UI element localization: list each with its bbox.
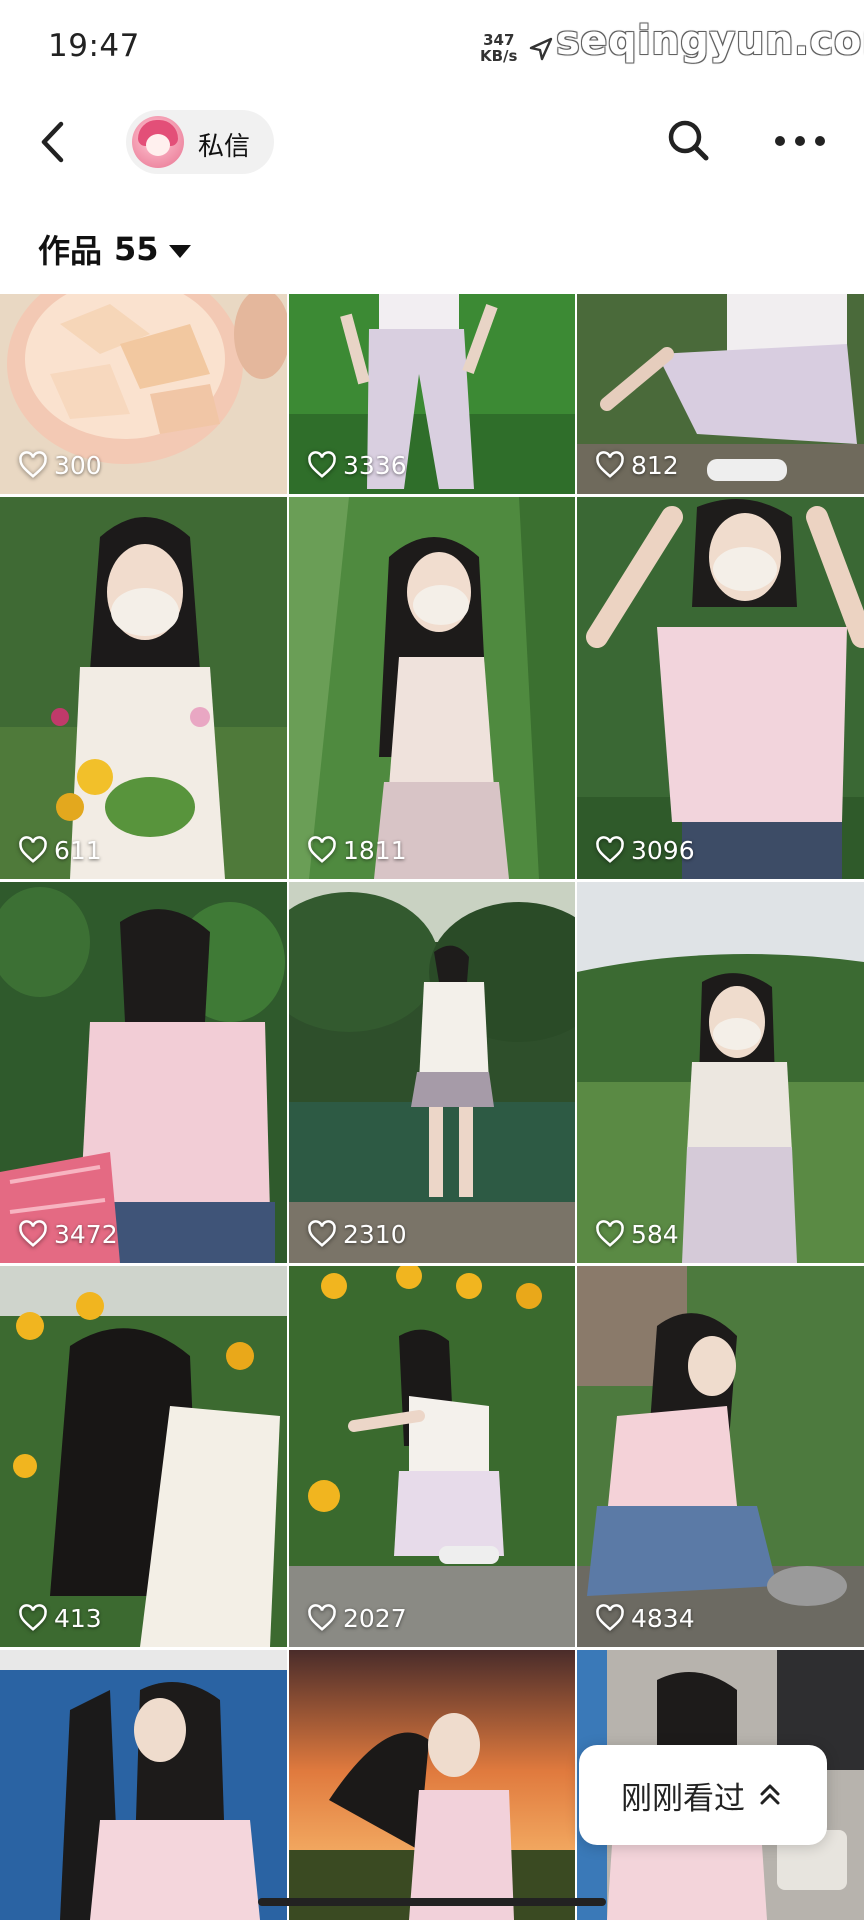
post-tile[interactable]: 2027 — [289, 1266, 575, 1647]
direct-message-button[interactable]: 私信 — [126, 110, 274, 174]
post-tile[interactable]: 812 — [577, 294, 864, 494]
post-tile[interactable] — [289, 1650, 575, 1920]
like-count-value: 812 — [631, 450, 679, 480]
home-indicator[interactable] — [258, 1898, 606, 1906]
works-filter[interactable]: 作品 55 — [38, 226, 191, 272]
recently-viewed-button[interactable]: 刚刚看过 — [579, 1745, 827, 1845]
post-thumbnail — [0, 882, 287, 1263]
double-chevron-up-icon — [760, 1784, 780, 1805]
avatar — [132, 116, 184, 168]
post-tile[interactable]: 4834 — [577, 1266, 864, 1647]
like-count-value: 2027 — [343, 1603, 407, 1633]
post-grid: 300 3336 812 611 1811 3096 3472 2310 584… — [0, 294, 864, 1920]
heart-icon — [19, 451, 47, 478]
post-tile[interactable]: 413 — [0, 1266, 287, 1647]
like-count: 3096 — [595, 835, 695, 865]
post-thumbnail — [577, 882, 864, 1263]
like-count-value: 2310 — [343, 1219, 407, 1249]
post-tile[interactable]: 1811 — [289, 497, 575, 879]
like-count: 812 — [595, 450, 679, 480]
post-tile[interactable]: 611 — [0, 497, 287, 879]
like-count-value: 413 — [54, 1603, 102, 1633]
heart-icon — [308, 836, 336, 863]
like-count-value: 1811 — [343, 835, 407, 865]
caret-down-icon — [168, 244, 191, 258]
works-count: 55 — [114, 230, 159, 268]
post-thumbnail — [289, 882, 575, 1263]
like-count: 2027 — [307, 1603, 407, 1633]
network-speed-unit: KB/s — [480, 47, 518, 65]
post-tile[interactable]: 3096 — [577, 497, 864, 879]
like-count: 413 — [18, 1603, 102, 1633]
network-speed: 347 KB/s — [480, 32, 517, 64]
post-tile[interactable]: 300 — [0, 294, 287, 494]
post-tile[interactable] — [0, 1650, 287, 1920]
heart-icon — [596, 451, 624, 478]
like-count: 3472 — [18, 1219, 118, 1249]
more-dots-icon — [775, 136, 825, 146]
heart-icon — [308, 1220, 336, 1247]
post-thumbnail — [0, 1266, 287, 1647]
post-thumbnail — [577, 497, 864, 879]
heart-icon — [596, 1220, 624, 1247]
heart-icon — [19, 1604, 47, 1631]
search-icon — [668, 120, 709, 161]
search-button[interactable] — [664, 116, 714, 166]
heart-icon — [19, 836, 47, 863]
chevron-left-icon — [41, 121, 64, 163]
post-thumbnail — [289, 1650, 575, 1920]
post-tile[interactable]: 2310 — [289, 882, 575, 1263]
post-thumbnail — [0, 497, 287, 879]
recently-viewed-label: 刚刚看过 — [621, 1780, 745, 1817]
like-count: 300 — [18, 450, 102, 480]
like-count: 1811 — [307, 835, 407, 865]
location-arrow-icon — [529, 37, 553, 61]
post-tile[interactable]: 3472 — [0, 882, 287, 1263]
heart-icon — [308, 451, 336, 478]
like-count-value: 3472 — [54, 1219, 118, 1249]
like-count: 3336 — [307, 450, 407, 480]
post-thumbnail — [577, 1266, 864, 1647]
like-count-value: 4834 — [631, 1603, 695, 1633]
like-count: 4834 — [595, 1603, 695, 1633]
heart-icon — [19, 1220, 47, 1247]
post-tile[interactable]: 584 — [577, 882, 864, 1263]
heart-icon — [596, 1604, 624, 1631]
post-thumbnail — [289, 497, 575, 879]
status-bar: 19:47 347 KB/s seqingyun.com — [0, 0, 864, 96]
like-count-value: 611 — [54, 835, 102, 865]
like-count: 584 — [595, 1219, 679, 1249]
like-count-value: 3336 — [343, 450, 407, 480]
works-label: 作品 — [38, 232, 103, 270]
heart-icon — [596, 836, 624, 863]
back-button[interactable] — [30, 112, 78, 172]
like-count: 611 — [18, 835, 102, 865]
heart-icon — [308, 1604, 336, 1631]
watermark: seqingyun.com — [556, 18, 864, 64]
post-tile[interactable]: 3336 — [289, 294, 575, 494]
like-count: 2310 — [307, 1219, 407, 1249]
like-count-value: 3096 — [631, 835, 695, 865]
status-time: 19:47 — [48, 28, 140, 64]
post-thumbnail — [289, 1266, 575, 1647]
more-options-button[interactable] — [770, 126, 830, 156]
post-thumbnail — [0, 1650, 287, 1920]
direct-message-label: 私信 — [198, 132, 251, 162]
like-count-value: 584 — [631, 1219, 679, 1249]
network-speed-value: 347 — [483, 31, 515, 49]
like-count-value: 300 — [54, 450, 102, 480]
